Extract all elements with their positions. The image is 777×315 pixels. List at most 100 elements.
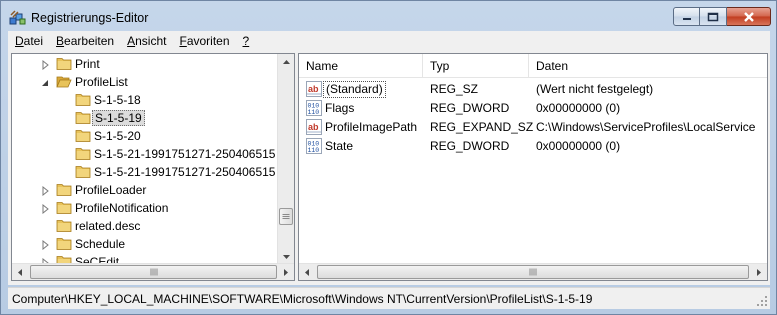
value-name: (Standard) [323,81,386,98]
client-area: Print ProfileList S-1-5-18 S-1-5-19 S-1-… [8,50,770,285]
title-bar[interactable]: Registrierungs-Editor [1,1,776,31]
folder-icon [75,92,91,107]
scroll-left-arrow-icon[interactable] [299,264,316,280]
folder-icon [75,128,91,143]
tree-item-print[interactable]: Print [12,55,276,73]
tree-item-s-1-5-21-b[interactable]: S-1-5-21-1991751271-2504065157-2 [12,163,276,181]
tree-item-label: S-1-5-18 [94,93,141,107]
tree-item-label: Schedule [75,237,126,251]
close-button[interactable] [727,7,771,26]
tree-item-s-1-5-19[interactable]: S-1-5-19 [12,109,276,127]
scroll-up-arrow-icon[interactable] [278,54,294,71]
tree-item-profilelist[interactable]: ProfileList [12,73,276,91]
tree-item-profileloader[interactable]: ProfileLoader [12,181,276,199]
column-header-type[interactable]: Typ [423,54,529,78]
svg-text:ab: ab [308,84,319,94]
expand-arrow-icon[interactable] [40,59,50,71]
tree-item-profilenotification[interactable]: ProfileNotification [12,199,276,217]
tree-item-schedule[interactable]: Schedule [12,235,276,253]
value-row[interactable]: ab ProfileImagePath REG_EXPAND_SZ C:\Win… [299,118,767,137]
menu-accel: B [56,33,65,48]
menu-accel: A [127,33,136,48]
key-tree: Print ProfileList S-1-5-18 S-1-5-19 S-1-… [12,54,276,265]
menu-accel: F [179,33,187,48]
collapse-arrow-icon[interactable] [40,77,50,87]
menu-label: nsicht [135,33,167,48]
maximize-icon [707,12,719,21]
window-title: Registrierungs-Editor [31,11,149,25]
menu-label: earbeiten [64,33,115,48]
tree-item-label: S-1-5-19 [92,110,145,126]
tree-vertical-scroll-thumb[interactable] [279,208,293,225]
tree-item-label: Print [75,57,100,71]
resize-grip-icon[interactable] [756,295,768,307]
maximize-button[interactable] [700,7,727,26]
regedit-app-icon [9,9,27,25]
expand-arrow-icon[interactable] [40,239,50,251]
regedit-window: Registrierungs-Editor Datei Bearbeiten A… [0,0,777,315]
menu-label: atei [23,33,44,48]
tree-item-label: ProfileList [75,75,128,89]
value-row[interactable]: ab (Standard) REG_SZ (Wert nicht festgel… [299,80,767,99]
scroll-right-arrow-icon[interactable] [750,264,767,280]
folder-open-icon [56,74,72,89]
tree-vertical-scrollbar[interactable] [277,54,294,265]
tree-item-label: S-1-5-21-1991751271-2504065157-2 [94,147,276,161]
menu-bearbeiten[interactable]: Bearbeiten [49,34,120,48]
value-name: State [325,139,354,153]
expand-arrow-icon[interactable] [40,203,50,215]
folder-icon [56,56,72,71]
binary-value-icon: 010 110 [306,138,322,154]
menu-accel: D [15,33,24,48]
minimize-button[interactable] [673,7,700,26]
folder-icon [75,110,91,125]
svg-text:110: 110 [308,147,320,154]
values-list-header: Name Typ Daten [299,54,767,78]
tree-item-related-desc[interactable]: related.desc [12,217,276,235]
values-list-pane[interactable]: Name Typ Daten ab (Standard) REG_SZ (Wer… [298,53,768,281]
close-icon [743,11,754,22]
tree-item-label: related.desc [75,219,141,233]
expand-arrow-icon[interactable] [40,185,50,197]
scroll-left-arrow-icon[interactable] [12,264,29,280]
folder-icon [56,182,72,197]
value-type: REG_DWORD [430,139,510,153]
scroll-right-arrow-icon[interactable] [277,264,294,280]
status-path: Computer\HKEY_LOCAL_MACHINE\SOFTWARE\Mic… [12,292,593,306]
value-name: Flags [325,101,355,115]
folder-icon [75,146,91,161]
menu-accel: ? [242,33,250,48]
value-type: REG_EXPAND_SZ [430,120,534,134]
status-bar: Computer\HKEY_LOCAL_MACHINE\SOFTWARE\Mic… [8,287,770,309]
tree-horizontal-scroll-thumb[interactable] [30,265,277,279]
value-data: 0x00000000 (0) [536,139,621,153]
minimize-icon [682,17,691,20]
column-header-name[interactable]: Name [299,54,423,78]
tree-item-label: ProfileLoader [75,183,147,197]
menu-favoriten[interactable]: Favoriten [172,34,235,48]
folder-icon [56,218,72,233]
value-data: 0x00000000 (0) [536,101,621,115]
tree-horizontal-scrollbar[interactable] [12,263,294,280]
svg-text:110: 110 [308,109,320,116]
menu-ansicht[interactable]: Ansicht [120,34,172,48]
column-header-data[interactable]: Daten [529,54,767,78]
values-horizontal-scroll-thumb[interactable] [317,265,749,279]
key-tree-pane[interactable]: Print ProfileList S-1-5-18 S-1-5-19 S-1-… [11,53,295,281]
value-data: C:\Windows\ServiceProfiles\LocalService [536,120,756,134]
menu-help[interactable]: ? [236,34,256,48]
value-row[interactable]: 010 110 Flags REG_DWORD 0x00000000 (0) [299,99,767,118]
folder-icon [75,164,91,179]
values-horizontal-scrollbar[interactable] [299,263,767,280]
value-row[interactable]: 010 110 State REG_DWORD 0x00000000 (0) [299,137,767,156]
menu-datei[interactable]: Datei [8,34,49,48]
tree-item-s-1-5-20[interactable]: S-1-5-20 [12,127,276,145]
tree-item-s-1-5-21-a[interactable]: S-1-5-21-1991751271-2504065157-2 [12,145,276,163]
tree-item-s-1-5-18[interactable]: S-1-5-18 [12,91,276,109]
caption-buttons [673,7,771,26]
folder-icon [56,200,72,215]
menu-label: avoriten [186,33,230,48]
